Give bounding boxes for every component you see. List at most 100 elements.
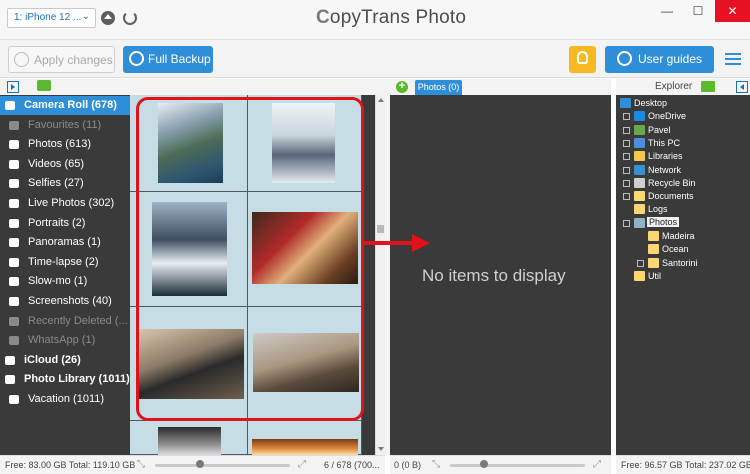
sidebar-item-label: Videos (65) xyxy=(28,157,85,170)
transfer-pane-header: + Photos (0) xyxy=(390,79,611,95)
zoom-out-icon[interactable]: ⤡ xyxy=(137,459,148,470)
album-icon xyxy=(9,395,19,404)
recycle-bin-icon xyxy=(634,177,645,188)
explorer-pane-header: Explorer xyxy=(616,79,750,95)
photo-cell[interactable] xyxy=(248,421,362,455)
tree-item-label: Network xyxy=(648,164,682,175)
sidebar-item[interactable]: iCloud (26) xyxy=(0,351,130,370)
expand-icon[interactable] xyxy=(637,259,644,267)
sidebar-item-label: Vacation (1011) xyxy=(28,393,105,405)
sidebar-item-label: Slow-mo (1) xyxy=(28,275,88,288)
app-title-text: opyTrans Photo xyxy=(329,7,467,28)
expand-icon[interactable] xyxy=(623,193,630,201)
device-pane-header xyxy=(0,79,385,95)
folder-icon xyxy=(648,244,659,255)
eject-icon[interactable] xyxy=(101,11,115,25)
sidebar-item[interactable]: Favourites (11) xyxy=(0,116,130,135)
zoom-slider[interactable] xyxy=(155,464,290,467)
photo-thumbnail[interactable] xyxy=(252,439,358,455)
app-title: CopyTrans Photo xyxy=(316,7,466,29)
sidebar-item[interactable]: Photo Library (1011) xyxy=(0,370,130,389)
expand-icon[interactable] xyxy=(623,219,630,227)
minimize-button[interactable]: — xyxy=(652,0,682,22)
sidebar-item[interactable]: Slow-mo (1) xyxy=(0,272,130,291)
expand-left-icon[interactable] xyxy=(7,81,19,93)
sidebar-item[interactable]: Vacation (1011) xyxy=(0,390,130,409)
tree-item-label: Documents xyxy=(648,191,694,202)
photo-thumbnail[interactable] xyxy=(158,427,221,455)
expand-icon[interactable] xyxy=(623,113,630,121)
sidebar-item-label: Live Photos (302) xyxy=(28,197,115,209)
sidebar-item[interactable]: Live Photos (302) xyxy=(0,194,130,213)
tree-item-label: Ocean xyxy=(662,244,689,255)
folder-icon xyxy=(648,231,659,241)
sidebar-item-label: Camera Roll (678) xyxy=(24,99,117,111)
camera-icon xyxy=(9,140,19,150)
expand-icon[interactable] xyxy=(623,179,630,187)
libraries-icon xyxy=(634,151,645,162)
sidebar-item[interactable]: WhatsApp (1) xyxy=(0,331,130,350)
full-backup-button[interactable]: Full Backup xyxy=(123,46,213,73)
collapse-right-icon[interactable] xyxy=(736,81,748,93)
sidebar-item[interactable]: Screenshots (40) xyxy=(0,292,130,311)
apply-changes-button[interactable]: Apply changes xyxy=(8,46,115,73)
zoom-in-icon[interactable]: ⤢ xyxy=(298,459,309,470)
title-bar: 1: iPhone 12 ... ⌄ CopyTrans Photo — ☐ ✕ xyxy=(0,0,750,40)
menu-icon[interactable] xyxy=(725,53,741,65)
empty-message: No items to display xyxy=(422,266,566,285)
tips-button[interactable] xyxy=(569,46,596,73)
tree-item-label: Photos xyxy=(647,216,680,227)
expand-icon[interactable] xyxy=(623,126,630,134)
device-status-bar: Free: 83.00 GB Total: 119.10 GB ⤡ ⤢ 6 / … xyxy=(0,455,385,474)
scroll-thumb[interactable] xyxy=(377,225,384,233)
zoom-slider-knob[interactable] xyxy=(196,460,204,468)
zoom-in-icon[interactable]: ⤢ xyxy=(593,459,604,470)
transfer-count-text: 0 (0 B) xyxy=(394,460,422,470)
desktop-icon xyxy=(620,98,631,108)
maximize-button[interactable]: ☐ xyxy=(683,0,713,22)
expand-icon[interactable] xyxy=(623,139,630,147)
toolbar: Apply changes Full Backup User guides xyxy=(0,40,750,78)
sidebar-item[interactable]: Portraits (2) xyxy=(0,214,130,233)
device-dropdown[interactable]: 1: iPhone 12 ... ⌄ xyxy=(7,8,96,28)
scroll-down-icon[interactable] xyxy=(378,447,384,451)
folder-icon xyxy=(648,257,659,268)
zoom-slider[interactable] xyxy=(450,464,585,467)
user-guides-button[interactable]: User guides xyxy=(605,46,714,73)
sidebar-item-label: Portraits (2) xyxy=(28,216,86,229)
sidebar-item-label: iCloud (26) xyxy=(24,353,81,366)
device-storage-text: Free: 83.00 GB Total: 119.10 GB xyxy=(5,460,136,470)
sidebar-item[interactable]: Photos (613) xyxy=(0,135,130,154)
sidebar-item-label: Favourites (11) xyxy=(28,118,102,131)
sidebar-item[interactable]: Videos (65) xyxy=(0,155,130,174)
scroll-up-icon[interactable] xyxy=(378,98,384,102)
add-icon[interactable]: + xyxy=(396,81,408,93)
sidebar-item[interactable]: Time-lapse (2) xyxy=(0,253,130,272)
tree-item-label: Recycle Bin xyxy=(648,177,696,188)
tree-item-label: Pavel xyxy=(648,124,671,135)
sidebar-item[interactable]: Panoramas (1) xyxy=(0,233,130,252)
heart-icon xyxy=(9,120,19,130)
zoom-out-icon[interactable]: ⤡ xyxy=(432,459,443,470)
camera-icon xyxy=(5,375,15,385)
transfer-status-bar: 0 (0 B) ⤡ ⤢ xyxy=(390,455,611,474)
photo-cell[interactable] xyxy=(130,421,248,455)
full-backup-label: Full Backup xyxy=(148,52,211,66)
tab-photos[interactable]: Photos (0) xyxy=(415,80,462,95)
sidebar-item[interactable]: Camera Roll (678) xyxy=(0,96,130,115)
sidebar-item-label: Panoramas (1) xyxy=(28,236,101,249)
sidebar-item-label: Selfies (27) xyxy=(28,177,84,190)
sidebar-item-label: Recently Deleted (... xyxy=(28,314,128,327)
close-button[interactable]: ✕ xyxy=(715,0,750,22)
expand-icon[interactable] xyxy=(623,166,630,174)
zoom-slider-knob[interactable] xyxy=(480,460,488,468)
expand-icon[interactable] xyxy=(623,153,630,161)
refresh-icon[interactable] xyxy=(123,11,137,25)
tree-item-label: Desktop xyxy=(634,98,668,108)
grid-scrollbar[interactable] xyxy=(375,95,385,455)
add-album-icon[interactable] xyxy=(37,80,51,91)
sidebar-item[interactable]: Recently Deleted (... xyxy=(0,312,130,331)
sidebar-item[interactable]: Selfies (27) xyxy=(0,174,130,193)
video-icon xyxy=(9,159,19,169)
folder-icon[interactable] xyxy=(701,81,715,92)
